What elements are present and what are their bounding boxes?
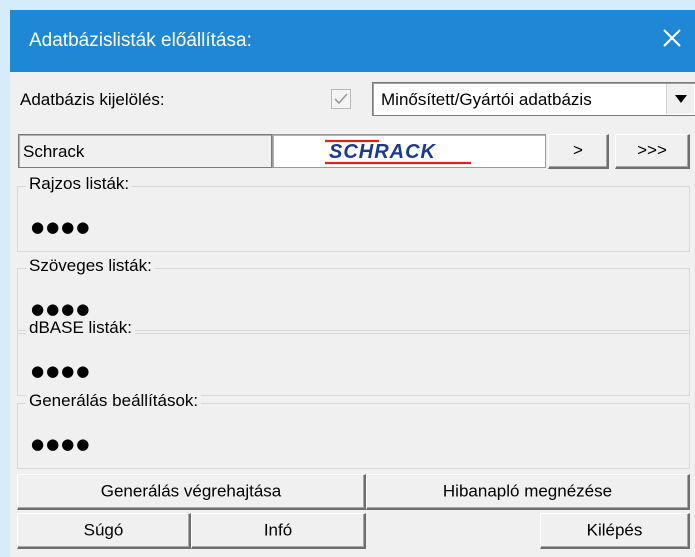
manufacturer-field: Schrack <box>18 134 272 168</box>
group-generation-settings-label: Generálás beállítások: <box>26 391 202 411</box>
group-drawing-lists-label: Rajzos listák: <box>26 174 133 194</box>
error-log-button[interactable]: Hibanapló megnézése <box>366 474 690 510</box>
manufacturer-logo: SCHRACK <box>272 134 546 168</box>
dropdown-button[interactable] <box>666 84 694 114</box>
last-button-label: >>> <box>637 140 667 160</box>
chevron-down-icon <box>675 95 687 103</box>
title-bar[interactable]: Adatbázislisták előállítása: <box>10 10 695 72</box>
window-title: Adatbázislisták előállítása: <box>29 30 252 51</box>
close-icon[interactable] <box>659 25 685 51</box>
schrack-logo: SCHRACK <box>325 139 471 165</box>
group-text-lists-label: Szöveges listák: <box>26 256 155 276</box>
info-button-label: Infó <box>263 519 293 539</box>
exit-button[interactable]: Kilépés <box>540 513 690 549</box>
group-generation-settings: Generálás beállítások: ●●●● <box>17 391 690 469</box>
generate-button[interactable]: Generálás végrehajtása <box>17 474 366 510</box>
group-dbase-lists-label: dBASE listák: <box>26 318 135 338</box>
generate-button-label: Generálás végrehajtása <box>100 480 282 500</box>
next-button[interactable]: > <box>548 134 609 169</box>
group-drawing-lists: Rajzos listák: ●●●● <box>17 174 690 252</box>
group-dbase-lists: dBASE listák: ●●●● <box>17 318 690 396</box>
group-text-lists-value[interactable]: ●●●● <box>31 300 91 318</box>
help-button[interactable]: Súgó <box>17 513 191 549</box>
group-dbase-lists-value[interactable]: ●●●● <box>31 362 91 380</box>
svg-text:SCHRACK: SCHRACK <box>329 141 437 163</box>
database-checkbox[interactable] <box>331 89 351 109</box>
error-log-button-label: Hibanapló megnézése <box>442 480 613 500</box>
help-button-label: Súgó <box>83 519 124 539</box>
group-generation-settings-value[interactable]: ●●●● <box>31 435 91 453</box>
checkmark-icon <box>334 93 348 105</box>
group-drawing-lists-value[interactable]: ●●●● <box>31 218 91 236</box>
database-select-value: Minősített/Gyártói adatbázis <box>381 90 592 109</box>
dialog-window: Adatbázislisták előállítása: Adatbázis k… <box>10 10 695 557</box>
exit-button-label: Kilépés <box>586 519 643 539</box>
last-button[interactable]: >>> <box>615 134 690 169</box>
manufacturer-name: Schrack <box>23 142 85 161</box>
database-label: Adatbázis kijelölés: <box>20 90 165 109</box>
database-select[interactable]: Minősített/Gyártói adatbázis <box>372 82 695 116</box>
info-button[interactable]: Infó <box>191 513 366 549</box>
next-button-label: > <box>573 140 583 160</box>
